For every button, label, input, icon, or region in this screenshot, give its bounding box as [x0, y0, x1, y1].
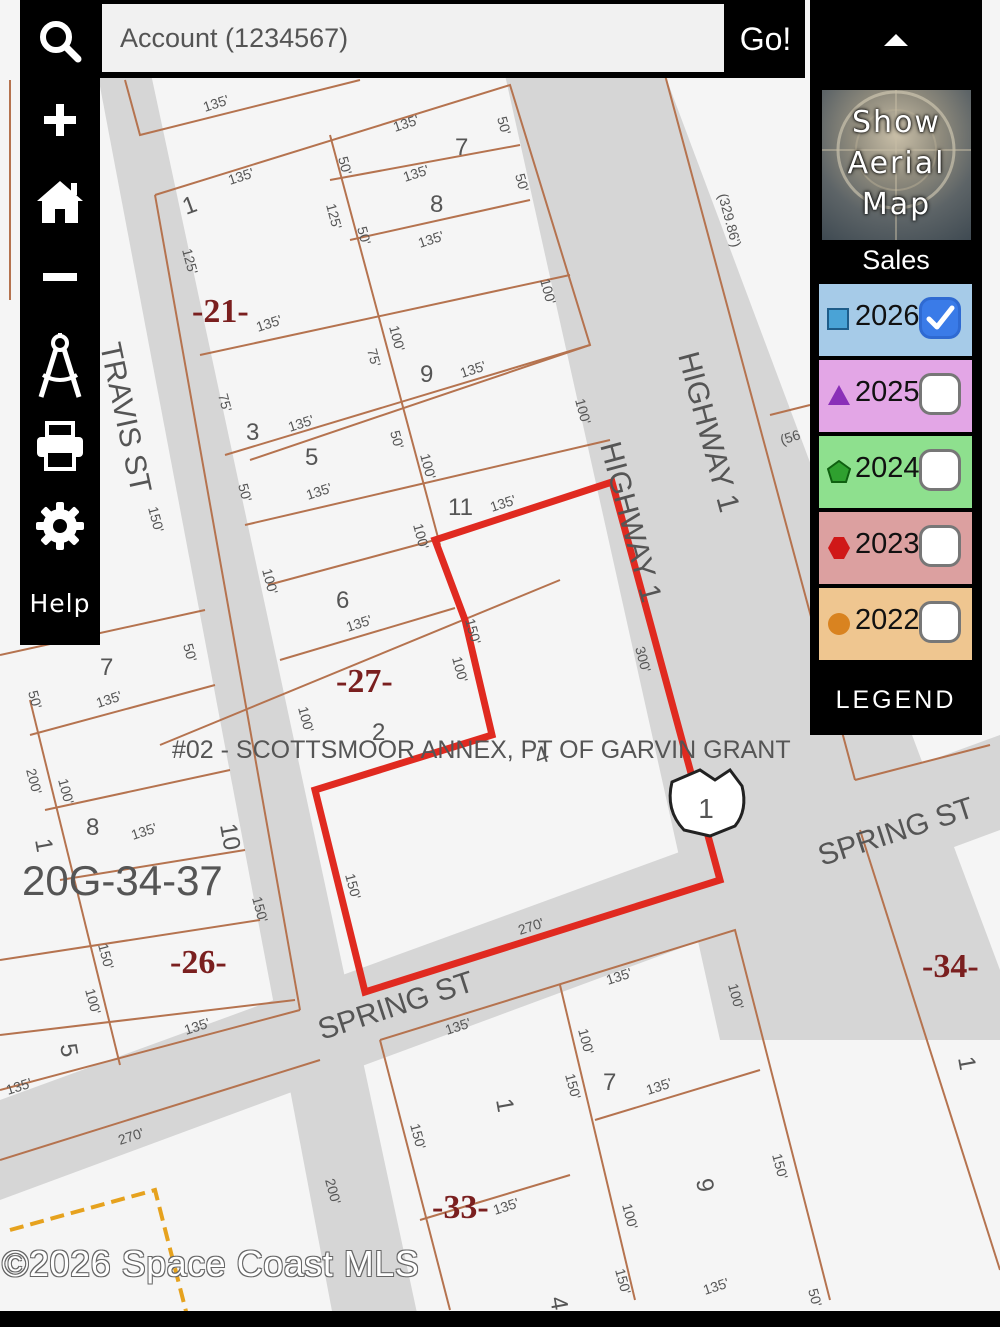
- map-toolbar: Help: [20, 0, 100, 645]
- sales-year-label: 2026: [855, 300, 920, 332]
- circle-icon: [828, 613, 850, 635]
- block-26-label: -26-: [170, 944, 227, 981]
- lot-number: 5: [305, 444, 318, 471]
- us-route-shield-icon: 1: [668, 767, 746, 838]
- triangle-icon: [828, 385, 850, 405]
- block-21-label: -21-: [192, 293, 249, 330]
- aerial-map-label: Show Aerial Map: [847, 105, 946, 222]
- copyright-watermark: ©2026 Space Coast MLS: [2, 1243, 420, 1284]
- sales-year-label: 2022: [855, 604, 920, 636]
- help-label: Help: [29, 588, 91, 618]
- measure-tool-button[interactable]: [20, 330, 100, 402]
- caret-up-icon: [884, 34, 908, 46]
- year-checkbox[interactable]: [919, 449, 961, 491]
- search-tool-button[interactable]: [20, 14, 100, 68]
- sales-year-label: 2025: [855, 376, 920, 408]
- lot-number: 8: [430, 191, 443, 218]
- lot-number: 7: [455, 134, 468, 161]
- gear-icon: [36, 502, 84, 550]
- block-33-label: -33-: [432, 1189, 489, 1226]
- year-checkbox[interactable]: [919, 525, 961, 567]
- collapse-panel-button[interactable]: [810, 10, 982, 70]
- printer-icon: [37, 421, 83, 471]
- hexagon-icon: [828, 537, 850, 559]
- lot-number: 3: [246, 419, 259, 446]
- plus-icon: [44, 104, 76, 136]
- lot-number: 9: [420, 361, 433, 388]
- zoom-in-button[interactable]: [20, 98, 100, 142]
- sales-year-2025-toggle[interactable]: 2025: [819, 360, 972, 432]
- lot-number: 6: [336, 587, 349, 614]
- square-icon: [827, 308, 849, 330]
- sales-year-2022-toggle[interactable]: 2022: [819, 588, 972, 660]
- subdivision-label: #02 - SCOTTSMOOR ANNEX, PT OF GARVIN GRA…: [172, 736, 791, 764]
- show-aerial-map-button[interactable]: Show Aerial Map: [822, 90, 971, 240]
- checkmark-icon: [926, 305, 955, 330]
- sales-year-2024-toggle[interactable]: 2024: [819, 436, 972, 508]
- home-button[interactable]: [20, 178, 100, 226]
- block-27-label: -27-: [336, 663, 393, 700]
- shield-number: 1: [698, 793, 714, 824]
- zoom-out-button[interactable]: [20, 262, 100, 292]
- layers-panel: Show Aerial Map Sales 2026 2025 2024 202…: [810, 0, 982, 735]
- lot-number: 10: [214, 821, 245, 852]
- sales-year-label: 2023: [855, 528, 920, 560]
- lot-number: 2: [372, 719, 385, 746]
- sales-year-2023-toggle[interactable]: 2023: [819, 512, 972, 584]
- year-checkbox[interactable]: [919, 601, 961, 643]
- year-checkbox[interactable]: [919, 297, 961, 339]
- block-34-label: -34-: [922, 948, 979, 985]
- year-checkbox[interactable]: [919, 373, 961, 415]
- help-button[interactable]: Help: [20, 585, 100, 621]
- lot-number: 7: [603, 1069, 616, 1096]
- legend-button[interactable]: LEGEND: [810, 686, 982, 715]
- bottom-bar: [0, 1311, 1000, 1327]
- sales-year-2026-toggle[interactable]: 2026: [819, 284, 972, 356]
- lot-number: 8: [86, 814, 99, 841]
- map-id-label: 20G-34-37: [22, 857, 223, 904]
- sales-year-label: 2024: [855, 452, 920, 484]
- account-search-input[interactable]: [102, 4, 724, 72]
- minus-icon: [43, 273, 77, 281]
- compass-icon: [38, 333, 82, 398]
- search-icon: [40, 21, 82, 63]
- settings-button[interactable]: [20, 500, 100, 552]
- sales-heading: Sales: [862, 245, 930, 275]
- lot-number: 7: [100, 654, 113, 681]
- lot-number: 11: [448, 494, 473, 521]
- home-icon: [37, 181, 83, 223]
- pentagon-icon: [827, 460, 851, 483]
- print-button[interactable]: [20, 420, 100, 472]
- go-button[interactable]: Go!: [726, 0, 805, 78]
- search-bar: Go!: [100, 0, 805, 78]
